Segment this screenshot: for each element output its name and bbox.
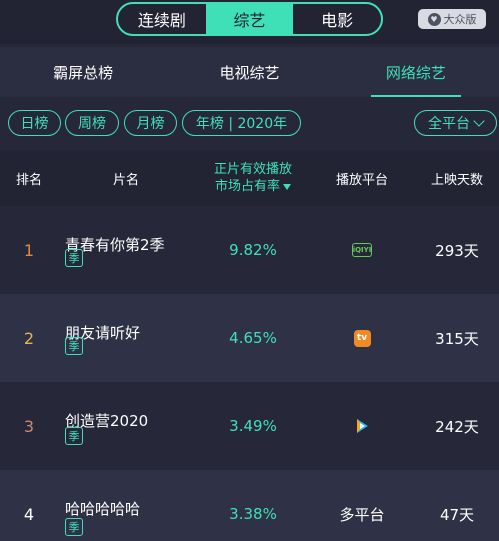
chevron-down-icon bbox=[473, 115, 485, 127]
platform-dropdown-label: 全平台 bbox=[428, 116, 470, 132]
tab-movie[interactable]: 电影 bbox=[293, 4, 381, 34]
filter-bar: 日榜 周榜 月榜 年榜 | 2020年 全平台 bbox=[0, 103, 499, 143]
market-share-value: 3.49% bbox=[229, 417, 277, 435]
filter-month-button[interactable]: 月榜 bbox=[124, 110, 177, 136]
table-row[interactable]: 1 青春有你第2季 季 9.82% iQIYI 293天 bbox=[0, 206, 499, 294]
top-bar: 连续剧 综艺 电影 ♥ 大众版 bbox=[0, 0, 499, 44]
filter-year-button[interactable]: 年榜 | 2020年 bbox=[182, 110, 301, 136]
market-share-value: 3.38% bbox=[229, 505, 277, 523]
sort-desc-icon bbox=[283, 183, 291, 190]
header-share-line2-wrap: 市场占有率 bbox=[215, 178, 291, 195]
header-platform: 播放平台 bbox=[335, 172, 388, 188]
tencent-video-icon bbox=[357, 419, 368, 433]
category-segmented-control: 连续剧 综艺 电影 bbox=[116, 2, 383, 36]
youku-icon: tv bbox=[353, 329, 371, 347]
platform-dropdown[interactable]: 全平台 bbox=[414, 110, 497, 136]
filter-week-button[interactable]: 周榜 bbox=[65, 110, 119, 136]
tab-overall[interactable]: 霸屏总榜 bbox=[0, 47, 166, 97]
tab-tv-variety[interactable]: 电视综艺 bbox=[166, 47, 332, 97]
tab-variety[interactable]: 综艺 bbox=[205, 4, 294, 34]
market-share-value: 4.65% bbox=[229, 329, 277, 347]
season-badge: 季 bbox=[65, 337, 83, 355]
header-rank: 排名 bbox=[15, 172, 42, 188]
version-label: 大众版 bbox=[443, 13, 477, 26]
days-value: 47天 bbox=[439, 505, 475, 524]
days-value: 315天 bbox=[435, 329, 479, 348]
tab-web-variety[interactable]: 网络综艺 bbox=[333, 47, 499, 97]
platform-text: 多平台 bbox=[339, 505, 385, 524]
platform-cell bbox=[320, 382, 404, 470]
season-badge: 季 bbox=[65, 249, 83, 267]
header-share-line1: 正片有效播放 bbox=[213, 162, 292, 177]
table-header: 排名 片名 正片有效播放 市场占有率 播放平台 上映天数 bbox=[0, 150, 499, 206]
show-title: 哈哈哈哈哈 bbox=[65, 500, 141, 518]
rank-number: 2 bbox=[23, 328, 35, 348]
heart-icon: ♥ bbox=[427, 12, 441, 26]
rank-number: 3 bbox=[23, 416, 35, 436]
days-value: 242天 bbox=[435, 417, 479, 436]
market-share-value: 9.82% bbox=[229, 241, 277, 259]
table-row[interactable]: 3 创造营2020 季 3.49% 242天 bbox=[0, 382, 499, 470]
header-share-line2: 市场占有率 bbox=[214, 179, 280, 194]
platform-cell: iQIYI bbox=[320, 206, 404, 294]
version-switch-button[interactable]: ♥ 大众版 bbox=[418, 9, 486, 29]
season-badge: 季 bbox=[65, 427, 83, 445]
table-row[interactable]: 2 朋友请听好 季 4.65% tv 315天 bbox=[0, 294, 499, 382]
table-row[interactable]: 4 哈哈哈哈哈 季 3.38% 多平台 47天 bbox=[0, 470, 499, 541]
platform-cell: tv bbox=[320, 294, 404, 382]
filter-day-button[interactable]: 日榜 bbox=[8, 110, 61, 136]
header-title: 片名 bbox=[112, 172, 139, 188]
header-days: 上映天数 bbox=[430, 172, 483, 188]
header-market-share[interactable]: 正片有效播放 市场占有率 bbox=[195, 150, 311, 206]
rank-number: 1 bbox=[23, 240, 35, 260]
sub-tabs: 霸屏总榜 电视综艺 网络综艺 bbox=[0, 47, 499, 97]
iqiyi-icon: iQIYI bbox=[352, 243, 372, 257]
days-value: 293天 bbox=[435, 241, 479, 260]
tab-series[interactable]: 连续剧 bbox=[118, 4, 206, 34]
rank-number: 4 bbox=[23, 504, 35, 524]
season-badge: 季 bbox=[65, 518, 83, 536]
